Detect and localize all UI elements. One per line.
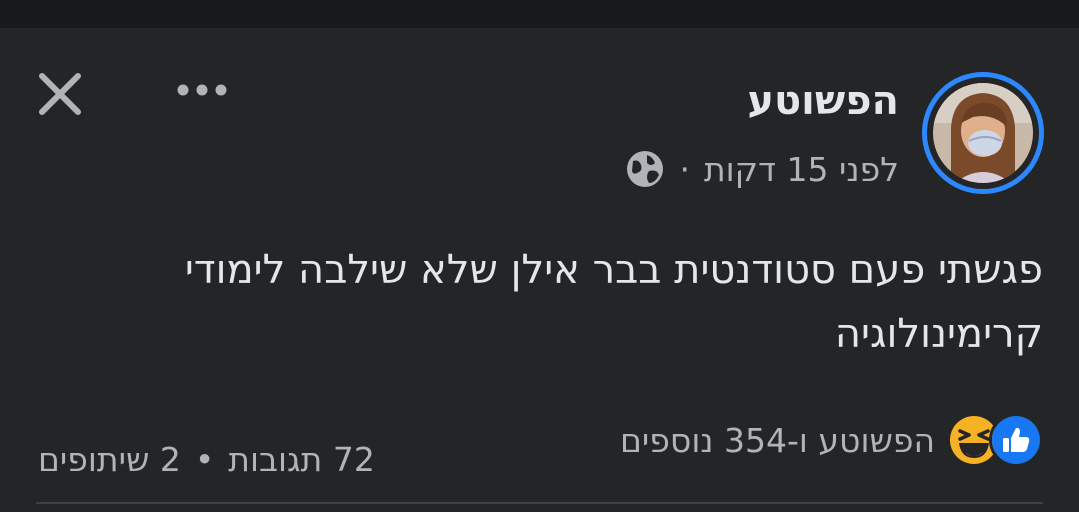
post-text: פגשתי פעם סטודנטית בבר אילן שלא שילבה לי… [184, 247, 1043, 357]
engagement-counts: 72 תגובות • 2 שיתופים [38, 440, 375, 479]
reactions-count-text: הפשוטע ו-354 נוספים [620, 420, 935, 460]
avatar[interactable] [922, 72, 1044, 194]
more-options-icon [177, 84, 227, 96]
post-card: הפשוטע לפני 15 דקות · פגשתי פעם סטודנטית… [0, 28, 1079, 512]
reaction-icons [947, 413, 1043, 467]
close-icon [39, 73, 81, 115]
counts-separator: • [194, 440, 215, 479]
comments-count[interactable]: 72 תגובות [228, 440, 375, 479]
shares-count[interactable]: 2 שיתופים [38, 440, 181, 479]
post-timestamp[interactable]: לפני 15 דקות [704, 150, 899, 189]
reactions-summary[interactable]: הפשוטע ו-354 נוספים [620, 412, 1043, 468]
divider [36, 502, 1043, 504]
avatar-image [933, 83, 1033, 183]
globe-icon [625, 149, 665, 189]
more-options-button[interactable] [170, 72, 234, 108]
page-name[interactable]: הפשוטע [747, 78, 899, 124]
meta-separator: · [679, 149, 690, 189]
post-meta: לפני 15 דקות · [625, 146, 899, 192]
close-button[interactable] [36, 70, 84, 118]
status-bar [0, 0, 1079, 28]
like-icon [989, 413, 1043, 467]
